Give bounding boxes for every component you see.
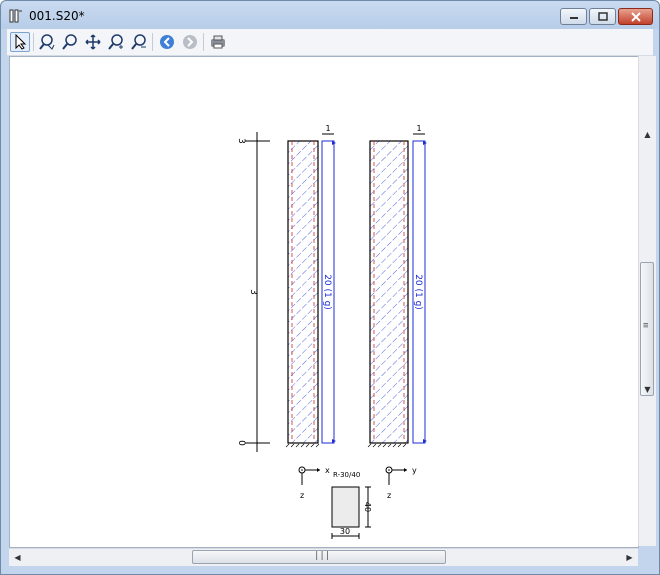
- column-1[interactable]: [285, 140, 320, 448]
- scroll-down-arrow[interactable]: ▼: [639, 381, 656, 398]
- back-arrow-icon: [160, 35, 174, 49]
- structure-drawing: 3 3 0 1 20 (1 g) 1 20 (1 g) x z R-30/40 …: [236, 124, 427, 539]
- axis-z-label-2: z: [387, 491, 391, 500]
- close-icon: [630, 11, 641, 22]
- axis-top-label: 3: [236, 138, 246, 144]
- load-1[interactable]: 1 20 (1 g): [321, 124, 336, 444]
- move-arrows-icon: [85, 34, 101, 50]
- section-name: R-30/40: [333, 471, 360, 479]
- window-title: 001.S20*: [29, 9, 85, 23]
- zoom-area-button[interactable]: [37, 32, 57, 52]
- document-icon: [9, 9, 22, 23]
- scroll-left-arrow[interactable]: ◀: [9, 549, 26, 566]
- app-window: 001.S20* 3 3 0 1 20 (1 g) 1 20 (1 g) x z…: [0, 0, 660, 575]
- load-2-label: 20 (1 g): [413, 274, 423, 310]
- horizontal-scrollbar[interactable]: ◀ ||| ▶: [9, 548, 638, 566]
- column-2[interactable]: [367, 140, 409, 448]
- minimize-icon: [569, 16, 578, 19]
- section-width-dim: 30: [340, 527, 350, 536]
- back-button[interactable]: [157, 32, 177, 52]
- axis-bottom-label: 0: [236, 440, 246, 446]
- axis-mid-label: 3: [248, 289, 258, 295]
- load-1-label: 20 (1 g): [322, 274, 332, 310]
- section-legend: x z R-30/40 y z 40 30: [298, 466, 417, 539]
- cross-section: [331, 486, 360, 528]
- zoom-out-button[interactable]: [129, 32, 149, 52]
- printer-icon: [211, 35, 225, 49]
- scroll-up-arrow[interactable]: ▲: [639, 126, 656, 143]
- zoom-button[interactable]: [60, 32, 80, 52]
- forward-arrow-icon: [183, 35, 197, 49]
- pointer-tool-button[interactable]: [10, 32, 30, 52]
- vertical-scroll-thumb[interactable]: ≡: [640, 262, 654, 396]
- pan-button[interactable]: [83, 32, 103, 52]
- section-height-dim: 40: [363, 502, 372, 512]
- load-1-top-value: 1: [325, 124, 330, 133]
- vertical-scrollbar[interactable]: ▲ ≡ ▼: [638, 56, 656, 546]
- zoom-out-icon: [131, 34, 146, 50]
- close-button[interactable]: [618, 8, 653, 25]
- minimize-button[interactable]: [560, 8, 587, 25]
- print-button[interactable]: [208, 32, 228, 52]
- restore-icon: [597, 12, 608, 21]
- height-axis: 3 3 0: [236, 132, 270, 452]
- horizontal-scroll-thumb[interactable]: |||: [192, 550, 446, 564]
- zoom-in-icon: [108, 34, 123, 50]
- axis-y-label: y: [412, 466, 417, 475]
- cursor-arrow-icon: [15, 34, 27, 50]
- zoom-area-icon: [39, 34, 55, 50]
- maximize-button[interactable]: [589, 8, 616, 25]
- title-bar[interactable]: 001.S20*: [1, 1, 659, 29]
- drawing-canvas[interactable]: 3 3 0 1 20 (1 g) 1 20 (1 g) x z R-30/40 …: [9, 56, 639, 548]
- magnifier-icon: [62, 34, 77, 50]
- toolbar: [7, 29, 653, 56]
- load-2[interactable]: 1 20 (1 g): [412, 124, 427, 444]
- forward-button[interactable]: [180, 32, 200, 52]
- axis-x-label: x: [325, 466, 330, 475]
- load-2-top-value: 1: [416, 124, 421, 133]
- axis-z-label-1: z: [300, 491, 304, 500]
- scroll-right-arrow[interactable]: ▶: [621, 549, 638, 566]
- zoom-in-button[interactable]: [106, 32, 126, 52]
